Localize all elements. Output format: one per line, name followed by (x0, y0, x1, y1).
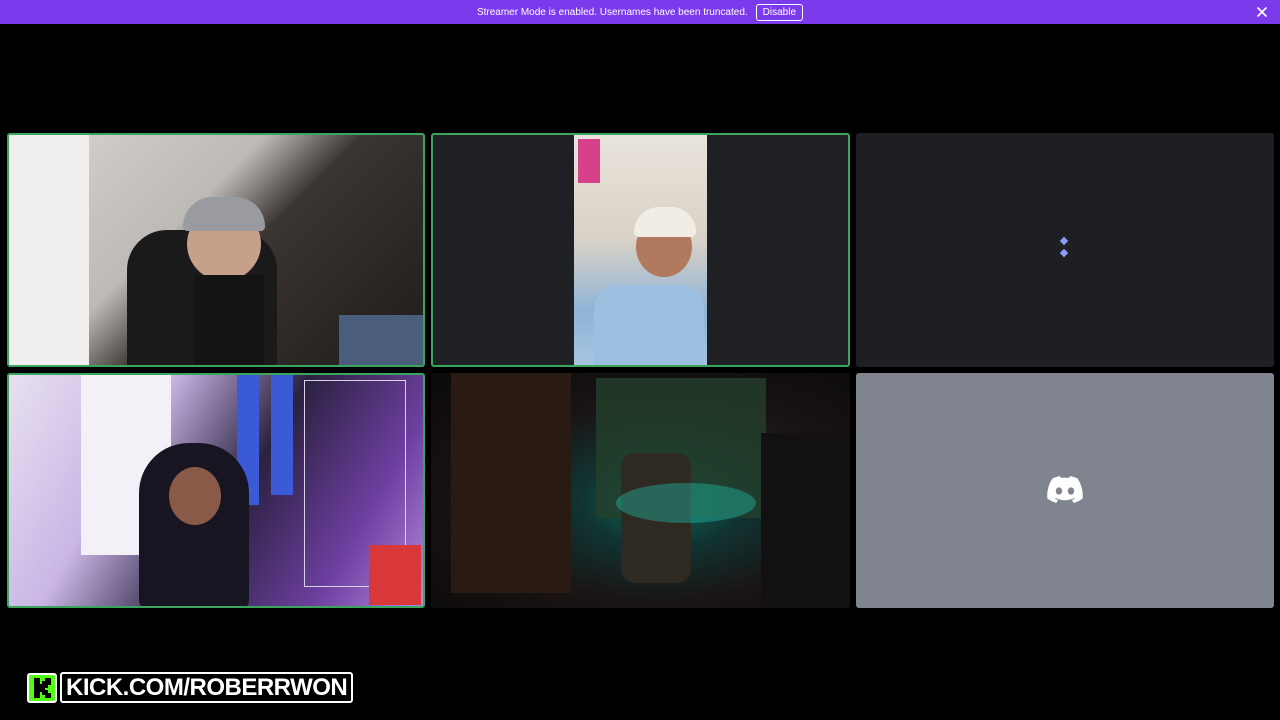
disable-streamer-mode-button[interactable]: Disable (755, 3, 804, 21)
close-banner-button[interactable] (1254, 4, 1270, 20)
streamer-mode-message: Streamer Mode is enabled. Usernames have… (476, 6, 748, 18)
loading-dot (1059, 248, 1069, 258)
close-icon (1257, 7, 1267, 17)
video-tile-participant-6[interactable] (856, 373, 1274, 608)
streamer-mode-banner: Streamer Mode is enabled. Usernames have… (0, 0, 1280, 24)
video-tile-participant-2[interactable] (431, 133, 850, 367)
participant-video (9, 135, 423, 365)
participant-video (574, 135, 707, 365)
participant-video (9, 375, 423, 606)
loading-indicator (1059, 236, 1069, 258)
loading-dot (1059, 236, 1069, 246)
stream-overlay-branding: KICK.COM/ROBERRWON (27, 670, 354, 705)
discord-logo-icon (1047, 476, 1083, 503)
video-tile-participant-4[interactable] (7, 373, 425, 608)
kick-logo-icon (27, 672, 57, 703)
channel-url: KICK.COM/ROBERRWON (60, 672, 354, 703)
video-tile-participant-1[interactable] (7, 133, 425, 367)
video-tile-participant-5[interactable] (431, 373, 850, 608)
participant-video (431, 373, 850, 608)
video-tile-participant-3[interactable] (856, 133, 1274, 367)
